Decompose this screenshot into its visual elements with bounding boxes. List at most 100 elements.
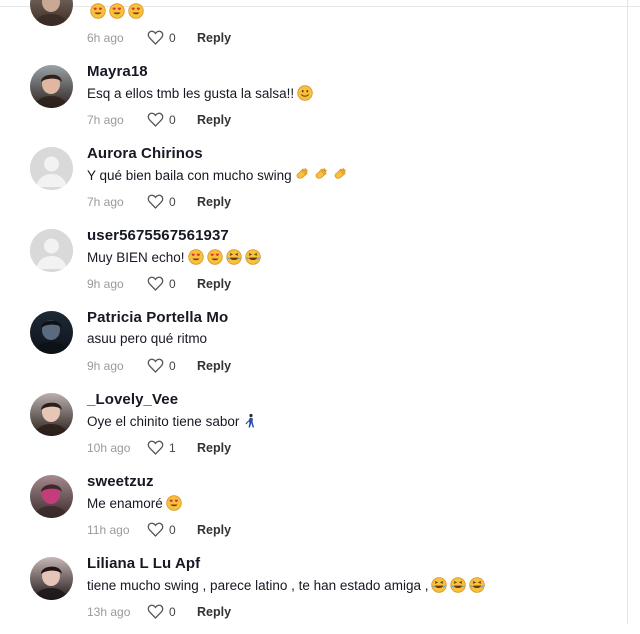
comment-text: Oye el chinito tiene sabor — [87, 413, 258, 429]
username[interactable]: Aurora Chirinos — [87, 145, 203, 162]
user-avatar[interactable] — [30, 0, 73, 26]
timestamp: 6h ago — [87, 30, 124, 45]
reply-button[interactable]: Reply — [197, 113, 231, 127]
heart-icon[interactable] — [147, 440, 164, 455]
comment-text — [87, 3, 144, 19]
dancer-emoji — [242, 413, 258, 429]
user-avatar[interactable] — [30, 229, 73, 272]
timestamp: 7h ago — [87, 112, 124, 127]
like-button[interactable]: 1 — [147, 440, 197, 455]
like-button[interactable]: 0 — [147, 276, 197, 291]
clap-emoji — [333, 167, 349, 183]
comment-text-body: Oye el chinito tiene sabor — [87, 413, 240, 429]
like-button[interactable]: 0 — [147, 194, 197, 209]
like-button[interactable]: 0 — [147, 604, 197, 619]
laugh-emoji — [431, 577, 448, 593]
reply-button[interactable]: Reply — [197, 605, 231, 619]
comment-meta: 9h ago 0 Reply — [87, 358, 231, 373]
comment-meta: 6h ago 0 Reply — [87, 30, 231, 45]
heart-icon[interactable] — [147, 30, 164, 45]
reply-button[interactable]: Reply — [197, 523, 231, 537]
clap-emoji — [295, 167, 311, 183]
comment-item: _Lovely_Vee Oye el chinito tiene sabor 1… — [0, 388, 600, 470]
comment-text: tiene mucho swing , parece latino , te h… — [87, 577, 486, 593]
grin-hearts-emoji — [166, 495, 182, 511]
grin-emoji — [297, 85, 313, 101]
reply-button[interactable]: Reply — [197, 277, 231, 291]
comment-item: Emily Rivera 6h ago 0 Reply — [0, 0, 600, 60]
laugh-emoji — [225, 249, 242, 265]
username[interactable]: Mayra18 — [87, 63, 148, 80]
comment-meta: 13h ago 0 Reply — [87, 604, 231, 619]
comment-item: user5675567561937 Muy BIEN echo! 9h ago … — [0, 224, 600, 306]
like-count: 0 — [169, 30, 176, 45]
like-count: 0 — [169, 276, 176, 291]
user-avatar[interactable] — [30, 475, 73, 518]
user-avatar[interactable] — [30, 557, 73, 600]
clap-emoji — [314, 167, 330, 183]
timestamp: 9h ago — [87, 276, 124, 291]
comment-text-body: Y qué bien baila con mucho swing — [87, 167, 292, 183]
username[interactable]: user5675567561937 — [87, 227, 229, 244]
user-avatar[interactable] — [30, 393, 73, 436]
heart-icon[interactable] — [147, 604, 164, 619]
reply-button[interactable]: Reply — [197, 359, 231, 373]
timestamp: 7h ago — [87, 194, 124, 209]
heart-icon[interactable] — [147, 522, 164, 537]
like-count: 0 — [169, 194, 176, 209]
like-button[interactable]: 0 — [147, 522, 197, 537]
comment-meta: 7h ago 0 Reply — [87, 194, 231, 209]
comment-item: Patricia Portella Mo asuu pero qué ritmo… — [0, 306, 600, 388]
laugh-emoji — [244, 249, 261, 265]
heart-icon[interactable] — [147, 112, 164, 127]
grin-hearts-emoji — [187, 249, 204, 265]
like-count: 0 — [169, 358, 176, 373]
comment-text-body: tiene mucho swing , parece latino , te h… — [87, 577, 429, 593]
laugh-emoji — [450, 577, 467, 593]
comment-item: Mayra18 Esq a ellos tmb les gusta la sal… — [0, 60, 600, 142]
reply-button[interactable]: Reply — [197, 195, 231, 209]
panel-border — [627, 0, 628, 624]
username[interactable]: Patricia Portella Mo — [87, 309, 228, 326]
laugh-emoji — [469, 577, 486, 593]
like-button[interactable]: 0 — [147, 112, 197, 127]
comment-text-body: Me enamoré — [87, 495, 163, 511]
timestamp: 11h ago — [87, 522, 130, 537]
like-count: 0 — [169, 604, 176, 619]
user-avatar[interactable] — [30, 147, 73, 190]
reply-button[interactable]: Reply — [197, 441, 231, 455]
comment-item: Aurora Chirinos Y qué bien baila con muc… — [0, 142, 600, 224]
comment-text-body: Muy BIEN echo! — [87, 249, 185, 265]
like-count: 1 — [169, 440, 176, 455]
comment-meta: 7h ago 0 Reply — [87, 112, 231, 127]
like-button[interactable]: 0 — [147, 30, 197, 45]
comment-text: asuu pero qué ritmo — [87, 331, 207, 346]
heart-icon[interactable] — [147, 194, 164, 209]
reply-button[interactable]: Reply — [197, 31, 231, 45]
comment-meta: 10h ago 1 Reply — [87, 440, 231, 455]
grin-hearts-emoji — [128, 3, 144, 19]
heart-icon[interactable] — [147, 276, 164, 291]
comment-text-body: Esq a ellos tmb les gusta la salsa!! — [87, 85, 295, 101]
user-avatar[interactable] — [30, 311, 73, 354]
like-button[interactable]: 0 — [147, 358, 197, 373]
comment-meta: 9h ago 0 Reply — [87, 276, 231, 291]
username[interactable]: Liliana L Lu Apf — [87, 555, 200, 572]
heart-icon[interactable] — [147, 358, 164, 373]
grin-hearts-emoji — [90, 3, 106, 19]
comment-item: Liliana L Lu Apf tiene mucho swing , par… — [0, 552, 600, 634]
timestamp: 9h ago — [87, 358, 124, 373]
username[interactable]: sweetzuz — [87, 473, 154, 490]
timestamp: 10h ago — [87, 440, 131, 455]
like-count: 0 — [169, 112, 176, 127]
grin-hearts-emoji — [206, 249, 223, 265]
comment-text: Muy BIEN echo! — [87, 249, 261, 265]
comment-item: sweetzuz Me enamoré 11h ago 0 Reply — [0, 470, 600, 552]
comment-meta: 11h ago 0 Reply — [87, 522, 231, 537]
timestamp: 13h ago — [87, 604, 131, 619]
comment-text: Y qué bien baila con mucho swing — [87, 167, 349, 183]
comment-text-body: asuu pero qué ritmo — [87, 331, 208, 346]
username[interactable]: _Lovely_Vee — [87, 391, 178, 408]
grin-hearts-emoji — [109, 3, 125, 19]
user-avatar[interactable] — [30, 65, 73, 108]
